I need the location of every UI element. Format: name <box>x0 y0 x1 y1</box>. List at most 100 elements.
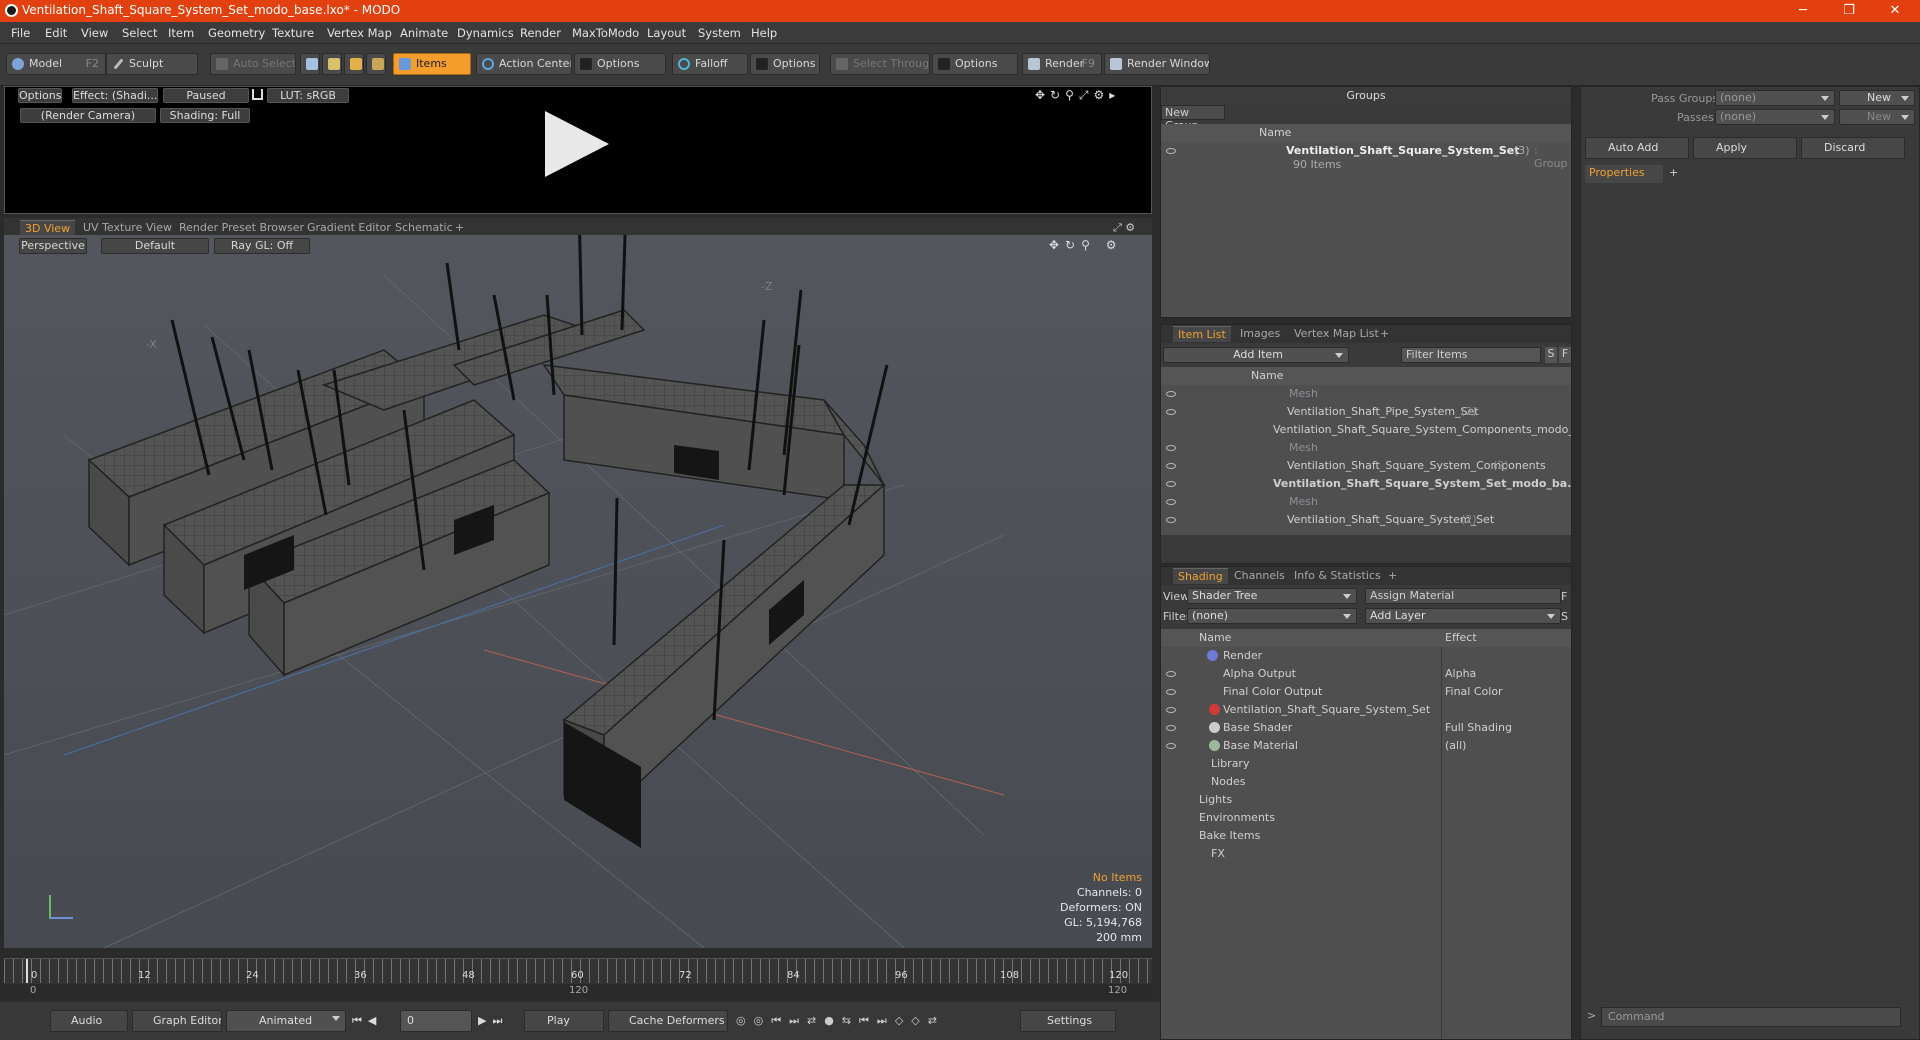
falloff-button[interactable]: Falloff <box>672 53 748 75</box>
list-item[interactable]: Mesh <box>1161 439 1571 457</box>
menu-file[interactable]: File <box>11 26 30 40</box>
list-item[interactable]: Ventilation_Shaft_Pipe_System_Set (2) <box>1161 403 1571 421</box>
frame-input[interactable]: 0 <box>400 1010 472 1032</box>
visibility-eye-icon[interactable] <box>1166 409 1176 415</box>
menu-item[interactable]: Item <box>168 26 194 40</box>
close-window-button[interactable]: ✕ <box>1872 0 1918 22</box>
visibility-eye-icon[interactable] <box>1166 499 1176 505</box>
visibility-eye-icon[interactable] <box>1166 743 1176 749</box>
shader-row[interactable]: Final Color Output Final Color <box>1161 683 1571 701</box>
select-through-options-button[interactable]: Options <box>932 53 1018 75</box>
item-list-f-button[interactable]: F <box>1559 347 1571 363</box>
visibility-eye-icon[interactable] <box>1166 517 1176 523</box>
shader-row[interactable]: Ventilation_Shaft_Square_System_Set <box>1161 701 1571 719</box>
menu-view[interactable]: View <box>81 26 108 40</box>
pass-groups-dropdown[interactable]: (none) <box>1715 90 1835 106</box>
item-list-s-button[interactable]: S <box>1545 347 1557 363</box>
menu-maxtomodo[interactable]: MaxToModo <box>572 26 639 40</box>
list-item[interactable]: Ventilation_Shaft_Square_System_Componen… <box>1161 421 1571 439</box>
visibility-eye-icon[interactable] <box>1166 445 1176 451</box>
preview-effect-dropdown[interactable]: Effect: (Shadi... <box>72 88 158 103</box>
key-controls-icons[interactable]: ◎◎⏮⏭⇄●⇆⏮⏭◇◇⇄ <box>736 1014 945 1028</box>
play-button[interactable]: Play <box>524 1010 604 1032</box>
menu-vertex-map[interactable]: Vertex Map <box>327 26 392 40</box>
menu-select[interactable]: Select <box>122 26 157 40</box>
tab-schematic[interactable]: Schematic <box>390 220 458 236</box>
viewport-options-icon[interactable]: ⤢ ⚙ <box>1108 220 1140 236</box>
add-layer-dropdown[interactable]: Add Layer <box>1365 608 1561 624</box>
auto-add-button[interactable]: Auto Add <box>1585 137 1689 159</box>
playhead[interactable] <box>26 959 28 983</box>
render-button[interactable]: Render F9 <box>1022 53 1102 75</box>
perspective-dropdown[interactable]: Perspective <box>19 238 87 254</box>
tab-render-preset-browser[interactable]: Render Preset Browser <box>174 220 309 236</box>
tab-channels[interactable]: Channels <box>1229 568 1290 584</box>
menu-render[interactable]: Render <box>520 26 561 40</box>
list-item[interactable]: Mesh <box>1161 385 1571 403</box>
tab-vertex-map-list[interactable]: Vertex Map List <box>1289 326 1384 342</box>
tab-uv-texture-view[interactable]: UV Texture View <box>78 220 177 236</box>
items-mode-button[interactable]: Items <box>393 53 471 75</box>
preview-nav-icons[interactable]: ✥↻⚲⤢⚙▸ <box>1035 88 1120 103</box>
shader-row[interactable]: Nodes <box>1161 773 1571 791</box>
animated-dropdown[interactable]: Animated <box>226 1010 346 1032</box>
graph-editor-button[interactable]: Graph Editor <box>132 1010 222 1032</box>
action-center-button[interactable]: Action Center <box>476 53 572 75</box>
menu-layout[interactable]: Layout <box>647 26 686 40</box>
shader-row[interactable]: Alpha Output Alpha <box>1161 665 1571 683</box>
select-through-button[interactable]: Select Through <box>830 53 930 75</box>
settings-button[interactable]: Settings <box>1020 1010 1116 1032</box>
shading-s-button[interactable]: S <box>1561 610 1568 623</box>
visibility-eye-icon[interactable] <box>1166 725 1176 731</box>
shader-row[interactable]: Lights <box>1161 791 1571 809</box>
visibility-eye-icon[interactable] <box>1166 707 1176 713</box>
sculpt-mode-button[interactable]: Sculpt <box>106 53 198 75</box>
menu-texture[interactable]: Texture <box>272 26 314 40</box>
list-item[interactable]: Ventilation_Shaft_Square_System_Componen… <box>1161 457 1571 475</box>
tab-shading[interactable]: Shading <box>1173 568 1228 584</box>
3d-viewport[interactable]: -X -Z No Items Channels: 0 Deformers: ON… <box>4 235 1152 948</box>
tab-info-statistics[interactable]: Info & Statistics <box>1289 568 1386 584</box>
shading-dropdown[interactable]: Shading: Full <box>160 108 250 123</box>
lock-icon[interactable] <box>252 89 263 100</box>
cache-deformers-button[interactable]: Cache Deformers <box>608 1010 728 1032</box>
visibility-eye-icon[interactable] <box>1166 148 1176 154</box>
shading-f-button[interactable]: F <box>1561 590 1567 603</box>
audio-button[interactable]: Audio <box>50 1010 128 1032</box>
shader-row[interactable]: FX <box>1161 845 1571 863</box>
assign-material-dropdown[interactable]: Assign Material <box>1365 588 1561 604</box>
menu-system[interactable]: System <box>698 26 741 40</box>
preview-options-button[interactable]: Options <box>18 88 62 103</box>
list-item[interactable]: Ventilation_Shaft_Square_System_Set_modo… <box>1161 475 1571 493</box>
properties-add-tab[interactable]: + <box>1669 166 1678 179</box>
visibility-eye-icon[interactable] <box>1166 671 1176 677</box>
maximize-button[interactable]: ❐ <box>1826 0 1872 22</box>
shader-row[interactable]: Base Shader Full Shading <box>1161 719 1571 737</box>
render-window-button[interactable]: Render Window <box>1104 53 1210 75</box>
list-item[interactable]: Mesh <box>1161 493 1571 511</box>
new-group-button[interactable]: New Group <box>1161 105 1225 132</box>
tab-3d-view[interactable]: 3D View <box>20 220 76 236</box>
edges-mode-button[interactable] <box>322 53 342 75</box>
menu-geometry[interactable]: Geometry <box>208 26 265 40</box>
visibility-eye-icon[interactable] <box>1166 391 1176 397</box>
group-item-name[interactable]: Ventilation_Shaft_Square_System_Set <box>1286 144 1519 157</box>
materials-mode-button[interactable] <box>366 53 386 75</box>
command-input[interactable]: Command <box>1601 1007 1901 1027</box>
visibility-eye-icon[interactable] <box>1166 689 1176 695</box>
model-mode-button[interactable]: Model F2 <box>6 53 106 75</box>
shader-row[interactable]: Environments <box>1161 809 1571 827</box>
shader-row[interactable]: Bake Items <box>1161 827 1571 845</box>
auto-select-button[interactable]: Auto Select <box>210 53 296 75</box>
vertices-mode-button[interactable] <box>300 53 320 75</box>
play-preview-icon[interactable] <box>545 111 609 177</box>
falloff-options-button[interactable]: Options <box>750 53 820 75</box>
list-item[interactable]: Ventilation_Shaft_Square_System_Set (2) <box>1161 511 1571 529</box>
new-pass-group-button[interactable]: New <box>1839 90 1915 106</box>
default-style-dropdown[interactable]: Default <box>101 238 209 254</box>
render-camera-dropdown[interactable]: (Render Camera) <box>20 108 156 123</box>
shader-row[interactable]: Render <box>1161 647 1571 665</box>
passes-dropdown[interactable]: (none) <box>1715 109 1835 125</box>
minimize-button[interactable]: ─ <box>1780 0 1826 22</box>
new-pass-button[interactable]: New <box>1839 109 1915 125</box>
